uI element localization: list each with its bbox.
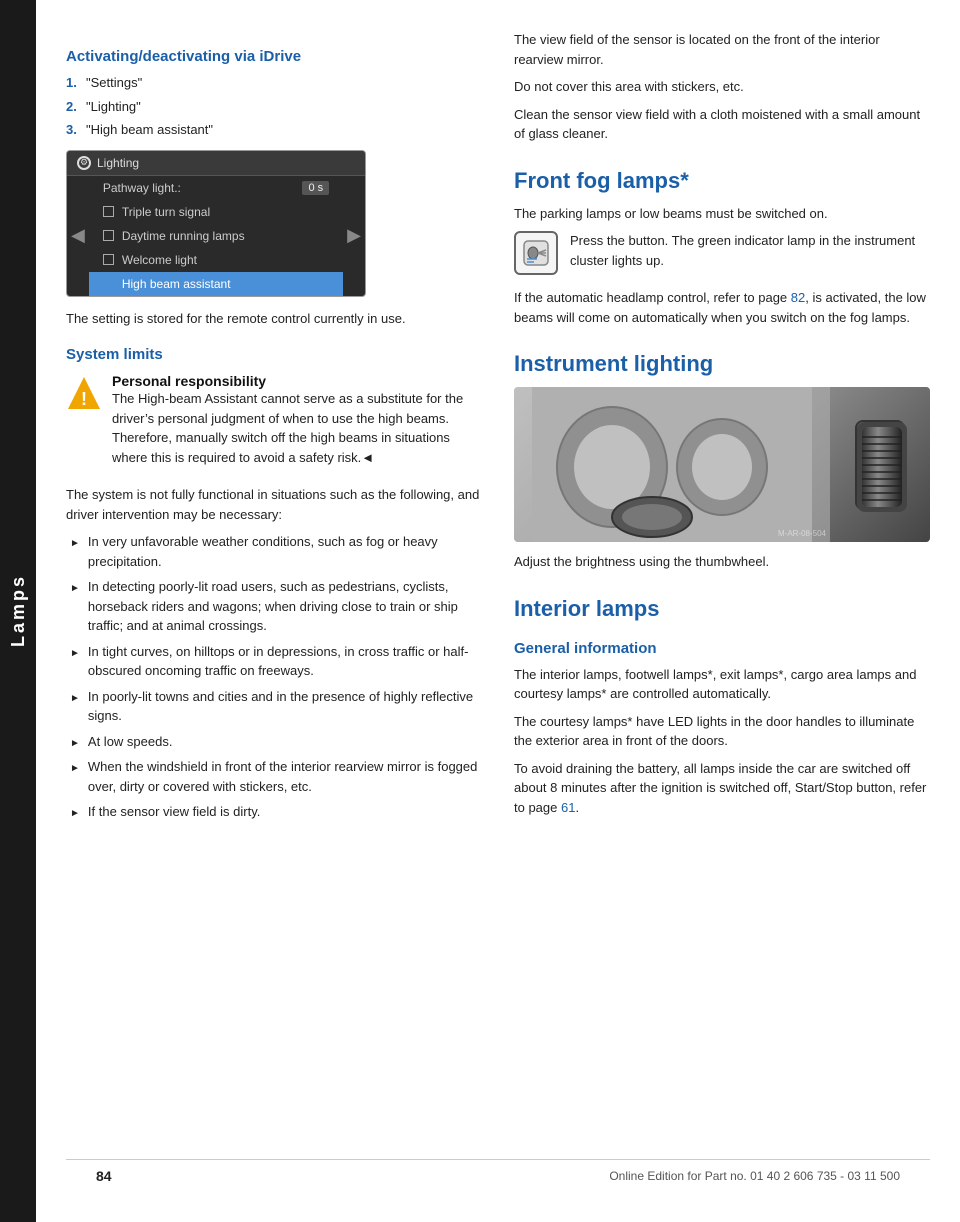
idrive-item-triple: Triple turn signal xyxy=(89,200,343,224)
thumbwheel xyxy=(855,420,905,510)
watermark: M-AR-08-504 xyxy=(778,529,826,538)
svg-text:!: ! xyxy=(81,389,87,409)
page-ref-82[interactable]: 82 xyxy=(791,290,805,305)
list-item: ► At low speeds. xyxy=(66,732,482,752)
bullet-arrow: ► xyxy=(70,761,80,796)
list-item: ► In very unfavorable weather conditions… xyxy=(66,532,482,571)
idrive-right-arrow[interactable]: ▶ xyxy=(343,176,365,296)
sensor-text1: The view field of the sensor is located … xyxy=(514,30,930,69)
stored-setting-text: The setting is stored for the remote con… xyxy=(66,309,482,329)
idrive-left-arrow[interactable]: ◀ xyxy=(67,176,89,296)
general-info-text3: To avoid draining the battery, all lamps… xyxy=(514,759,930,818)
fog-button-icon xyxy=(514,231,558,275)
left-column: Activating/deactivating via iDrive 1. "S… xyxy=(66,30,482,1159)
right-column: The view field of the sensor is located … xyxy=(514,30,930,1159)
warning-triangle-icon: ! xyxy=(66,375,102,411)
list-item: 3. "High beam assistant" xyxy=(66,120,482,140)
idrive-item-daytime: Daytime running lamps xyxy=(89,224,343,248)
interior-heading: Interior lamps xyxy=(514,596,930,622)
instrument-text: Adjust the brightness using the thumbwhe… xyxy=(514,552,930,572)
warning-heading: Personal responsibility xyxy=(112,373,266,389)
bullet-arrow: ► xyxy=(70,806,80,822)
idrive-title: Lighting xyxy=(97,156,139,170)
general-info-text2: The courtesy lamps* have LED lights in t… xyxy=(514,712,930,751)
general-info-heading: General information xyxy=(514,640,930,657)
general-info-text1: The interior lamps, footwell lamps*, exi… xyxy=(514,665,930,704)
front-fog-heading: Front fog lamps* xyxy=(514,168,930,194)
sensor-text3: Clean the sensor view field with a cloth… xyxy=(514,105,930,144)
bullet-arrow: ► xyxy=(70,581,80,636)
instrument-image: M-AR-08-504 xyxy=(514,387,930,542)
idrive-item-welcome: Welcome light xyxy=(89,248,343,272)
bullet-arrow: ► xyxy=(70,536,80,571)
idrive-screenshot: ⚙ Lighting ◀ Pathway light.: 0 s xyxy=(66,150,366,297)
warning-content: Personal responsibility The High-beam As… xyxy=(112,373,482,475)
list-item: 1. "Settings" xyxy=(66,73,482,93)
bullet-arrow: ► xyxy=(70,646,80,681)
page-ref-61[interactable]: 61 xyxy=(561,800,575,815)
list-item: ► If the sensor view field is dirty. xyxy=(66,802,482,822)
sidebar-label: Lamps xyxy=(8,574,29,647)
activating-heading: Activating/deactivating via iDrive xyxy=(66,48,482,65)
instrument-right xyxy=(830,387,930,542)
steps-list: 1. "Settings" 2. "Lighting" 3. "High bea… xyxy=(66,73,482,140)
checkbox-highbeam xyxy=(103,278,114,289)
page-number: 84 xyxy=(96,1168,112,1184)
system-text1: The system is not fully functional in si… xyxy=(66,485,482,524)
instrument-left: M-AR-08-504 xyxy=(514,387,830,542)
two-column-layout: Activating/deactivating via iDrive 1. "S… xyxy=(66,30,930,1159)
checkbox-triple xyxy=(103,206,114,217)
idrive-item-pathway: Pathway light.: 0 s xyxy=(89,176,343,200)
idrive-inner: ◀ Pathway light.: 0 s Triple turn signal xyxy=(67,176,365,296)
list-item: ► In detecting poorly-lit road users, su… xyxy=(66,577,482,636)
page-footer: 84 Online Edition for Part no. 01 40 2 6… xyxy=(66,1159,930,1192)
sidebar-tab: Lamps xyxy=(0,0,36,1222)
sensor-text2: Do not cover this area with stickers, et… xyxy=(514,77,930,97)
front-fog-text2: If the automatic headlamp control, refer… xyxy=(514,288,930,327)
idrive-item-highbeam: High beam assistant xyxy=(89,272,343,296)
list-item: ► In tight curves, on hilltops or in dep… xyxy=(66,642,482,681)
edition-text: Online Edition for Part no. 01 40 2 606 … xyxy=(609,1169,900,1183)
checkbox-daytime xyxy=(103,230,114,241)
main-content: Activating/deactivating via iDrive 1. "S… xyxy=(36,0,960,1222)
system-limits-heading: System limits xyxy=(66,346,482,363)
instrument-heading: Instrument lighting xyxy=(514,351,930,377)
idrive-content: Pathway light.: 0 s Triple turn signal xyxy=(89,176,343,296)
instrument-img-inner: M-AR-08-504 xyxy=(514,387,930,542)
fog-icon-wrap: Press the button. The green indicator la… xyxy=(514,231,930,278)
settings-icon: ⚙ xyxy=(77,156,91,170)
list-item: ► In poorly-lit towns and cities and in … xyxy=(66,687,482,726)
front-fog-text1: The parking lamps or low beams must be s… xyxy=(514,204,930,224)
bullet-arrow: ► xyxy=(70,691,80,726)
idrive-title-bar: ⚙ Lighting xyxy=(67,151,365,176)
front-fog-press-text: Press the button. The green indicator la… xyxy=(570,231,930,270)
warning-text: The High-beam Assistant cannot serve as … xyxy=(112,389,482,467)
list-item: 2. "Lighting" xyxy=(66,97,482,117)
list-item: ► When the windshield in front of the in… xyxy=(66,757,482,796)
bullet-list: ► In very unfavorable weather conditions… xyxy=(66,532,482,822)
bullet-arrow: ► xyxy=(70,736,80,752)
checkbox-welcome xyxy=(103,254,114,265)
warning-box: ! Personal responsibility The High-beam … xyxy=(66,373,482,475)
